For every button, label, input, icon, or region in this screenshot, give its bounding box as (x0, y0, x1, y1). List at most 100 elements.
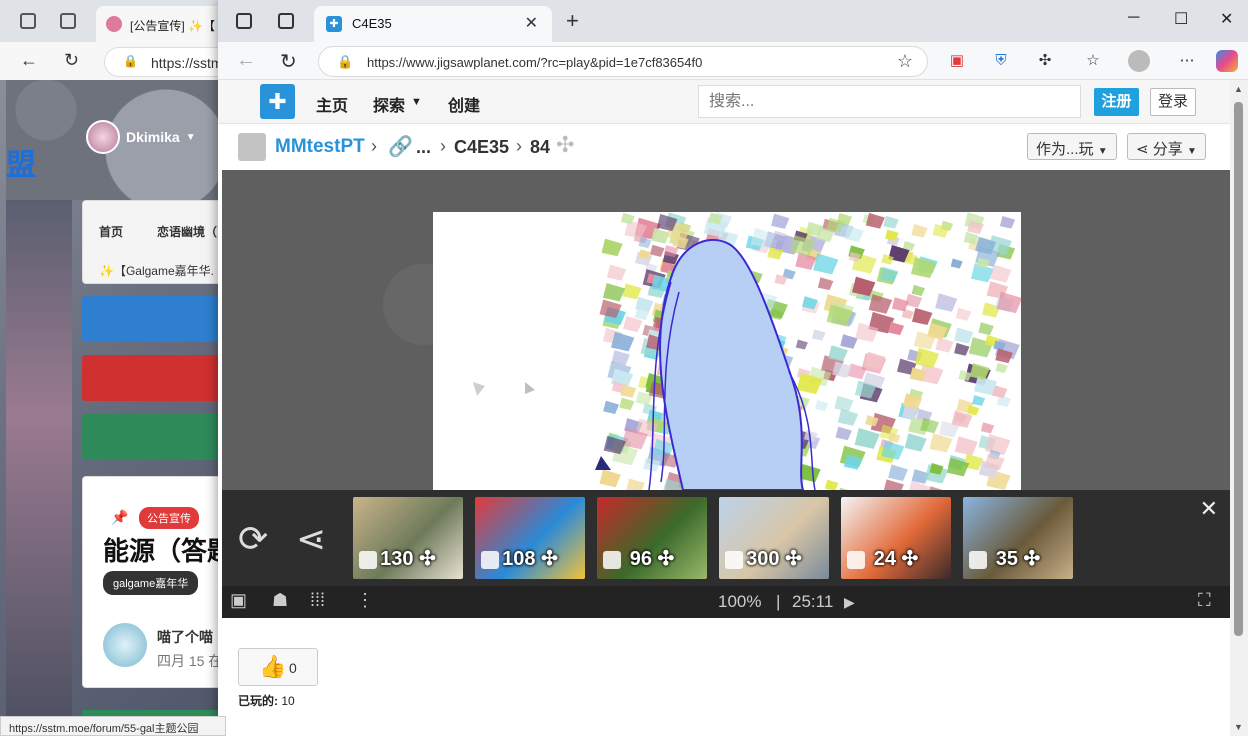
more-options-icon[interactable]: ⋮ (356, 590, 374, 611)
back-tab[interactable]: [公告宣传] ✨【 (96, 6, 230, 42)
chevron-down-icon: ▼ (185, 131, 196, 143)
scrollbar[interactable]: ▲ ▼ (1230, 80, 1248, 736)
chevron-down-icon: ▼ (1186, 146, 1197, 157)
jigsaw-logo-icon[interactable]: ✚ (260, 84, 295, 119)
back-url-text: https://sstm (151, 55, 223, 71)
mosaic-tile (622, 283, 642, 300)
minimize-icon[interactable]: ─ (1128, 9, 1139, 27)
recommended-puzzle[interactable]: 96 ✣ (597, 497, 707, 579)
mosaic-tile (905, 293, 923, 308)
scrollbar-thumb[interactable] (1234, 102, 1243, 636)
extension-icon[interactable]: ▣ (946, 50, 968, 72)
show-image-icon[interactable]: ▣ (230, 590, 247, 611)
nav-explore[interactable]: 探索 (373, 92, 405, 116)
post-tag[interactable]: 公告宣传 (139, 507, 199, 529)
scroll-up-icon[interactable]: ▲ (1234, 84, 1243, 94)
puzzle-image[interactable] (433, 212, 1021, 490)
login-button[interactable]: 登录 (1150, 88, 1196, 116)
user-avatar[interactable] (238, 133, 266, 161)
copilot-icon[interactable] (1216, 50, 1238, 72)
close-window-icon[interactable]: ✕ (1220, 9, 1233, 29)
profile-icon[interactable] (1128, 50, 1150, 72)
share-dropdown[interactable]: ⋖ 分享 ▼ (1127, 133, 1206, 160)
breadcrumb-section[interactable]: 恋语幽境（ (157, 223, 217, 240)
tab-actions-icon[interactable] (60, 13, 76, 29)
fullscreen-icon[interactable]: ⛶ (1198, 590, 1211, 611)
ghost-image-icon[interactable]: ☗ (272, 590, 288, 611)
refresh-recommendations-icon[interactable]: ⟳ (238, 518, 268, 560)
breadcrumb-topic[interactable]: ✨【Galgame嘉年华. (99, 262, 214, 279)
maximize-icon[interactable]: ☐ (1174, 9, 1188, 29)
back-arrow-icon[interactable]: ← (20, 50, 38, 71)
mosaic-tile (844, 225, 864, 242)
workspaces-icon[interactable] (20, 13, 36, 29)
shield-icon[interactable]: ⛨ (990, 50, 1012, 72)
new-tab-icon[interactable]: + (566, 8, 579, 34)
tab-actions-icon[interactable] (278, 13, 294, 29)
piece-count[interactable]: 84 (530, 137, 550, 158)
url-field[interactable]: 🔒 https://www.jigsawplanet.com/?rc=play&… (318, 46, 928, 77)
separator: | (776, 592, 781, 611)
register-button[interactable]: 注册 (1094, 88, 1139, 116)
recommended-puzzle[interactable]: 24 ✣ (841, 497, 951, 579)
active-tab[interactable]: ✚ C4E35 ✕ (314, 6, 552, 42)
recommended-puzzle[interactable]: 300 ✣ (719, 497, 829, 579)
search-input[interactable] (698, 85, 1081, 118)
refresh-icon[interactable]: ↻ (64, 50, 79, 71)
post-chip[interactable]: galgame嘉年华 (103, 571, 199, 595)
play-as-dropdown[interactable]: 作为...玩 ▼ (1027, 133, 1117, 160)
mosaic-tile (911, 224, 928, 238)
link-icon[interactable]: 🔗 (388, 134, 413, 159)
blue-action-button[interactable] (82, 296, 230, 342)
favorite-star-icon[interactable]: ☆ (897, 51, 913, 72)
mosaic-tile (990, 264, 1012, 283)
puzzle-piece[interactable] (595, 456, 611, 470)
mosaic-tile (771, 213, 790, 229)
green-action-button[interactable] (82, 414, 230, 460)
comment-text[interactable]: 喵了个喵 (157, 627, 213, 647)
thumbs-up-icon: 👍 (259, 654, 287, 679)
like-button[interactable]: 👍 0 (238, 648, 318, 686)
breadcrumb-home[interactable]: 首页 (99, 223, 123, 240)
puzzle-author[interactable]: MMtestPT (275, 136, 365, 158)
nav-home[interactable]: 主页 (316, 92, 348, 116)
recommended-puzzle[interactable]: 35 ✣ (963, 497, 1073, 579)
recommended-piece-count: 130 ✣ (380, 548, 436, 570)
collection-link[interactable]: ... (416, 137, 431, 158)
favorites-icon[interactable]: ☆ (1082, 50, 1104, 72)
puzzle-piece[interactable] (473, 382, 485, 396)
puzzle-board[interactable] (433, 212, 1021, 490)
workspaces-icon[interactable] (236, 13, 252, 29)
play-icon[interactable]: ▶ (844, 594, 855, 611)
back-address-bar: ← ↻ 🔒 https://sstm (0, 42, 230, 80)
mosaic-tile (811, 329, 826, 341)
red-action-button[interactable] (82, 355, 230, 401)
grid-arrange-icon[interactable]: ⁞⁞⁞ (310, 590, 325, 611)
more-menu-icon[interactable]: ⋯ (1176, 50, 1198, 72)
extensions-puzzle-icon[interactable]: ✣ (1034, 50, 1056, 72)
jigsaw-favicon-icon: ✚ (326, 16, 342, 32)
post-title[interactable]: 能源（答题 (103, 531, 230, 568)
zoom-level: 100% (718, 592, 762, 611)
puzzle-piece[interactable] (525, 382, 535, 394)
close-tab-icon[interactable]: ✕ (525, 13, 538, 33)
mosaic-tile (602, 282, 626, 302)
recommended-puzzle[interactable]: 108 ✣ (475, 497, 585, 579)
refresh-icon[interactable]: ↻ (280, 49, 297, 74)
puzzle-stage[interactable]: ⟳ ⋖ 130 ✣ 108 ✣ 96 ✣ 300 ✣ 24 ✣ 35 ✣ ✕ ▣ ☗ ⁞⁞… (222, 170, 1230, 618)
mosaic-tile (978, 322, 994, 336)
user-menu[interactable]: Dkimika ▼ (86, 120, 196, 154)
back-url-field[interactable]: 🔒 https://sstm (104, 47, 230, 77)
share-icon[interactable]: ⋖ (296, 518, 326, 560)
back-icon[interactable]: ← (236, 49, 256, 72)
mosaic-tile (883, 215, 899, 229)
recommended-puzzle[interactable]: 130 ✣ (353, 497, 463, 579)
scroll-down-icon[interactable]: ▼ (1234, 722, 1243, 732)
commenter-avatar[interactable] (103, 623, 147, 667)
close-recommendations-icon[interactable]: ✕ (1200, 496, 1218, 522)
mosaic-tile (611, 331, 635, 352)
mosaic-tile (837, 408, 859, 426)
played-value: 10 (281, 694, 295, 708)
nav-create[interactable]: 创建 (448, 92, 480, 116)
mosaic-tile (626, 478, 645, 490)
